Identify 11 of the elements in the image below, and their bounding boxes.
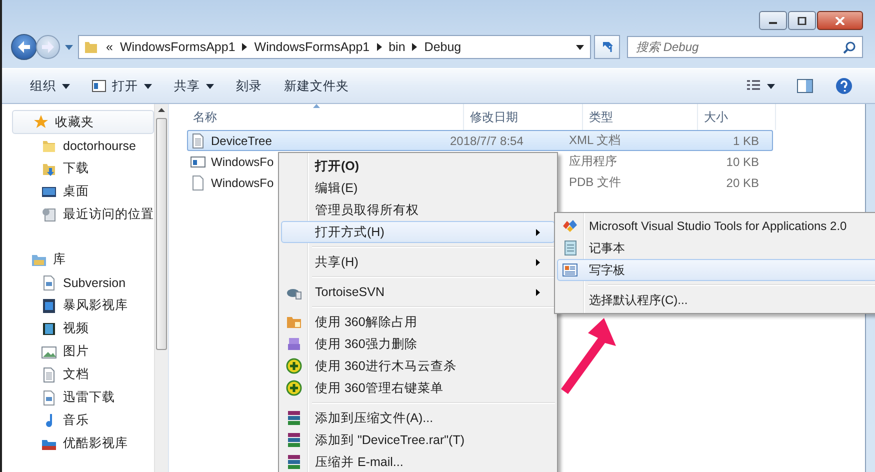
- file-size: 10 KB: [726, 154, 759, 168]
- file-size: 20 KB: [726, 176, 759, 190]
- file-size: 1 KB: [732, 134, 759, 148]
- file-date: 2018/7/7 8:54: [450, 134, 524, 148]
- file-name: WindowsFo: [211, 176, 274, 190]
- favorites-label: 收藏夹: [55, 114, 94, 130]
- file-name: DeviceTree: [211, 134, 272, 148]
- file-type: 应用程序: [569, 154, 617, 168]
- file-type: XML 文档: [569, 133, 621, 147]
- file-type: PDB 文件: [569, 175, 622, 189]
- file-name: WindowsFo: [211, 154, 274, 168]
